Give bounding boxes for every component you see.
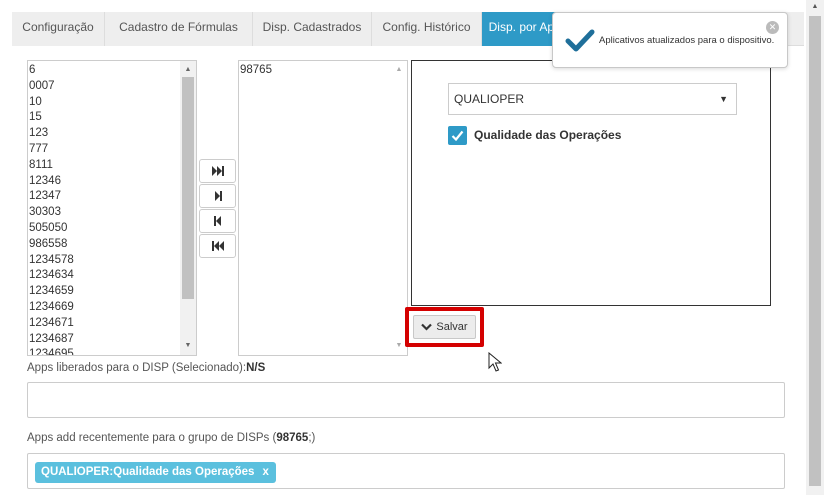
apps-recent-label-suffix: ;)	[308, 432, 316, 444]
list-item[interactable]: 15	[29, 110, 196, 126]
toast-message: Aplicativos atualizados para o dispositi…	[599, 35, 775, 46]
double-chevron-left-icon	[211, 241, 224, 251]
selected-devices-list[interactable]: 98765 ▲ ▼	[238, 60, 408, 356]
tab-configuracao[interactable]: Configuração	[12, 12, 105, 46]
apps-recent-input[interactable]: QUALIOPER:Qualidade das Operações x	[27, 453, 785, 489]
application-select-value: QUALIOPER	[454, 92, 525, 106]
list-item[interactable]: 1234659	[29, 284, 196, 300]
list-item[interactable]: 30303	[29, 205, 196, 221]
save-button-highlight: Salvar	[405, 307, 484, 347]
tab-disp-cadastrados[interactable]: Disp. Cadastrados	[253, 12, 372, 46]
remove-tag-button[interactable]: x	[262, 466, 268, 478]
scroll-up-icon[interactable]: ▲	[180, 63, 196, 77]
app-tag: QUALIOPER:Qualidade das Operações x	[35, 462, 276, 483]
apps-recent-label: Apps add recentemente para o grupo de DI…	[27, 432, 315, 444]
list-item[interactable]: 98765	[240, 63, 407, 79]
list-item[interactable]: 6	[29, 63, 196, 79]
save-button-label: Salvar	[436, 321, 468, 333]
page-scrollbar[interactable]: ▲	[806, 0, 824, 495]
apps-released-value: N/S	[246, 362, 266, 374]
list-item[interactable]: 0007	[29, 79, 196, 95]
double-chevron-right-icon	[211, 166, 224, 176]
list-item[interactable]: 12347	[29, 189, 196, 205]
close-icon[interactable]: ✕	[766, 21, 779, 34]
mouse-cursor-icon	[488, 352, 502, 372]
scroll-up-icon[interactable]: ▲	[391, 63, 407, 77]
list-item[interactable]: 986558	[29, 237, 196, 253]
application-panel: QUALIOPER ▼ Qualidade das Operações	[411, 60, 771, 306]
apps-recent-group: 98765	[276, 432, 309, 444]
available-devices-scrollbar[interactable]: ▲ ▼	[180, 61, 196, 355]
move-all-right-button[interactable]	[199, 159, 236, 183]
list-item[interactable]: 505050	[29, 221, 196, 237]
tab-cadastro-de-formulas[interactable]: Cadastro de Fórmulas	[105, 12, 253, 46]
success-toast: Aplicativos atualizados para o dispositi…	[552, 12, 788, 68]
application-select[interactable]: QUALIOPER ▼	[448, 83, 737, 115]
chevron-down-icon	[421, 323, 433, 331]
selected-devices-items: 98765	[239, 61, 407, 79]
list-item[interactable]: 1234687	[29, 332, 196, 348]
move-right-button[interactable]	[199, 184, 236, 208]
available-devices-list[interactable]: 6 0007 10 15 123 777 8111 12346 12347 30…	[27, 60, 197, 356]
scroll-up-icon[interactable]: ▲	[806, 0, 824, 14]
page-scroll-thumb[interactable]	[809, 16, 821, 486]
checkmark-icon	[565, 29, 595, 52]
application-checkbox[interactable]	[448, 125, 467, 145]
list-item[interactable]: 12346	[29, 174, 196, 190]
tab-config-historico[interactable]: Config. Histórico	[372, 12, 482, 46]
list-item[interactable]: 1234669	[29, 300, 196, 316]
chevron-right-icon	[214, 191, 222, 201]
list-item[interactable]: 1234671	[29, 316, 196, 332]
move-all-left-button[interactable]	[199, 234, 236, 258]
list-item[interactable]: 1234695	[29, 347, 196, 355]
list-item[interactable]: 1234578	[29, 253, 196, 269]
application-checkbox-label: Qualidade das Operações	[474, 128, 622, 142]
application-checkbox-row: Qualidade das Operações	[448, 125, 621, 145]
list-item[interactable]: 1234634	[29, 268, 196, 284]
apps-released-label-text: Apps liberados para o DISP (Selecionado)…	[27, 362, 247, 374]
list-item[interactable]: 8111	[29, 158, 196, 174]
scroll-thumb[interactable]	[182, 77, 194, 299]
available-devices-items: 6 0007 10 15 123 777 8111 12346 12347 30…	[28, 61, 196, 355]
save-button[interactable]: Salvar	[413, 315, 476, 339]
list-item[interactable]: 777	[29, 142, 196, 158]
apps-released-input[interactable]	[27, 382, 785, 418]
chevron-down-icon: ▼	[719, 94, 728, 104]
chevron-left-icon	[213, 216, 221, 226]
list-item[interactable]: 123	[29, 126, 196, 142]
scroll-down-icon[interactable]: ▼	[180, 339, 196, 353]
apps-recent-label-prefix: Apps add recentemente para o grupo de DI…	[27, 432, 277, 444]
check-icon	[451, 130, 464, 141]
apps-released-label: Apps liberados para o DISP (Selecionado)…	[27, 362, 265, 374]
move-left-button[interactable]	[199, 209, 236, 233]
app-tag-label: QUALIOPER:Qualidade das Operações	[41, 466, 255, 478]
list-item[interactable]: 10	[29, 95, 196, 111]
